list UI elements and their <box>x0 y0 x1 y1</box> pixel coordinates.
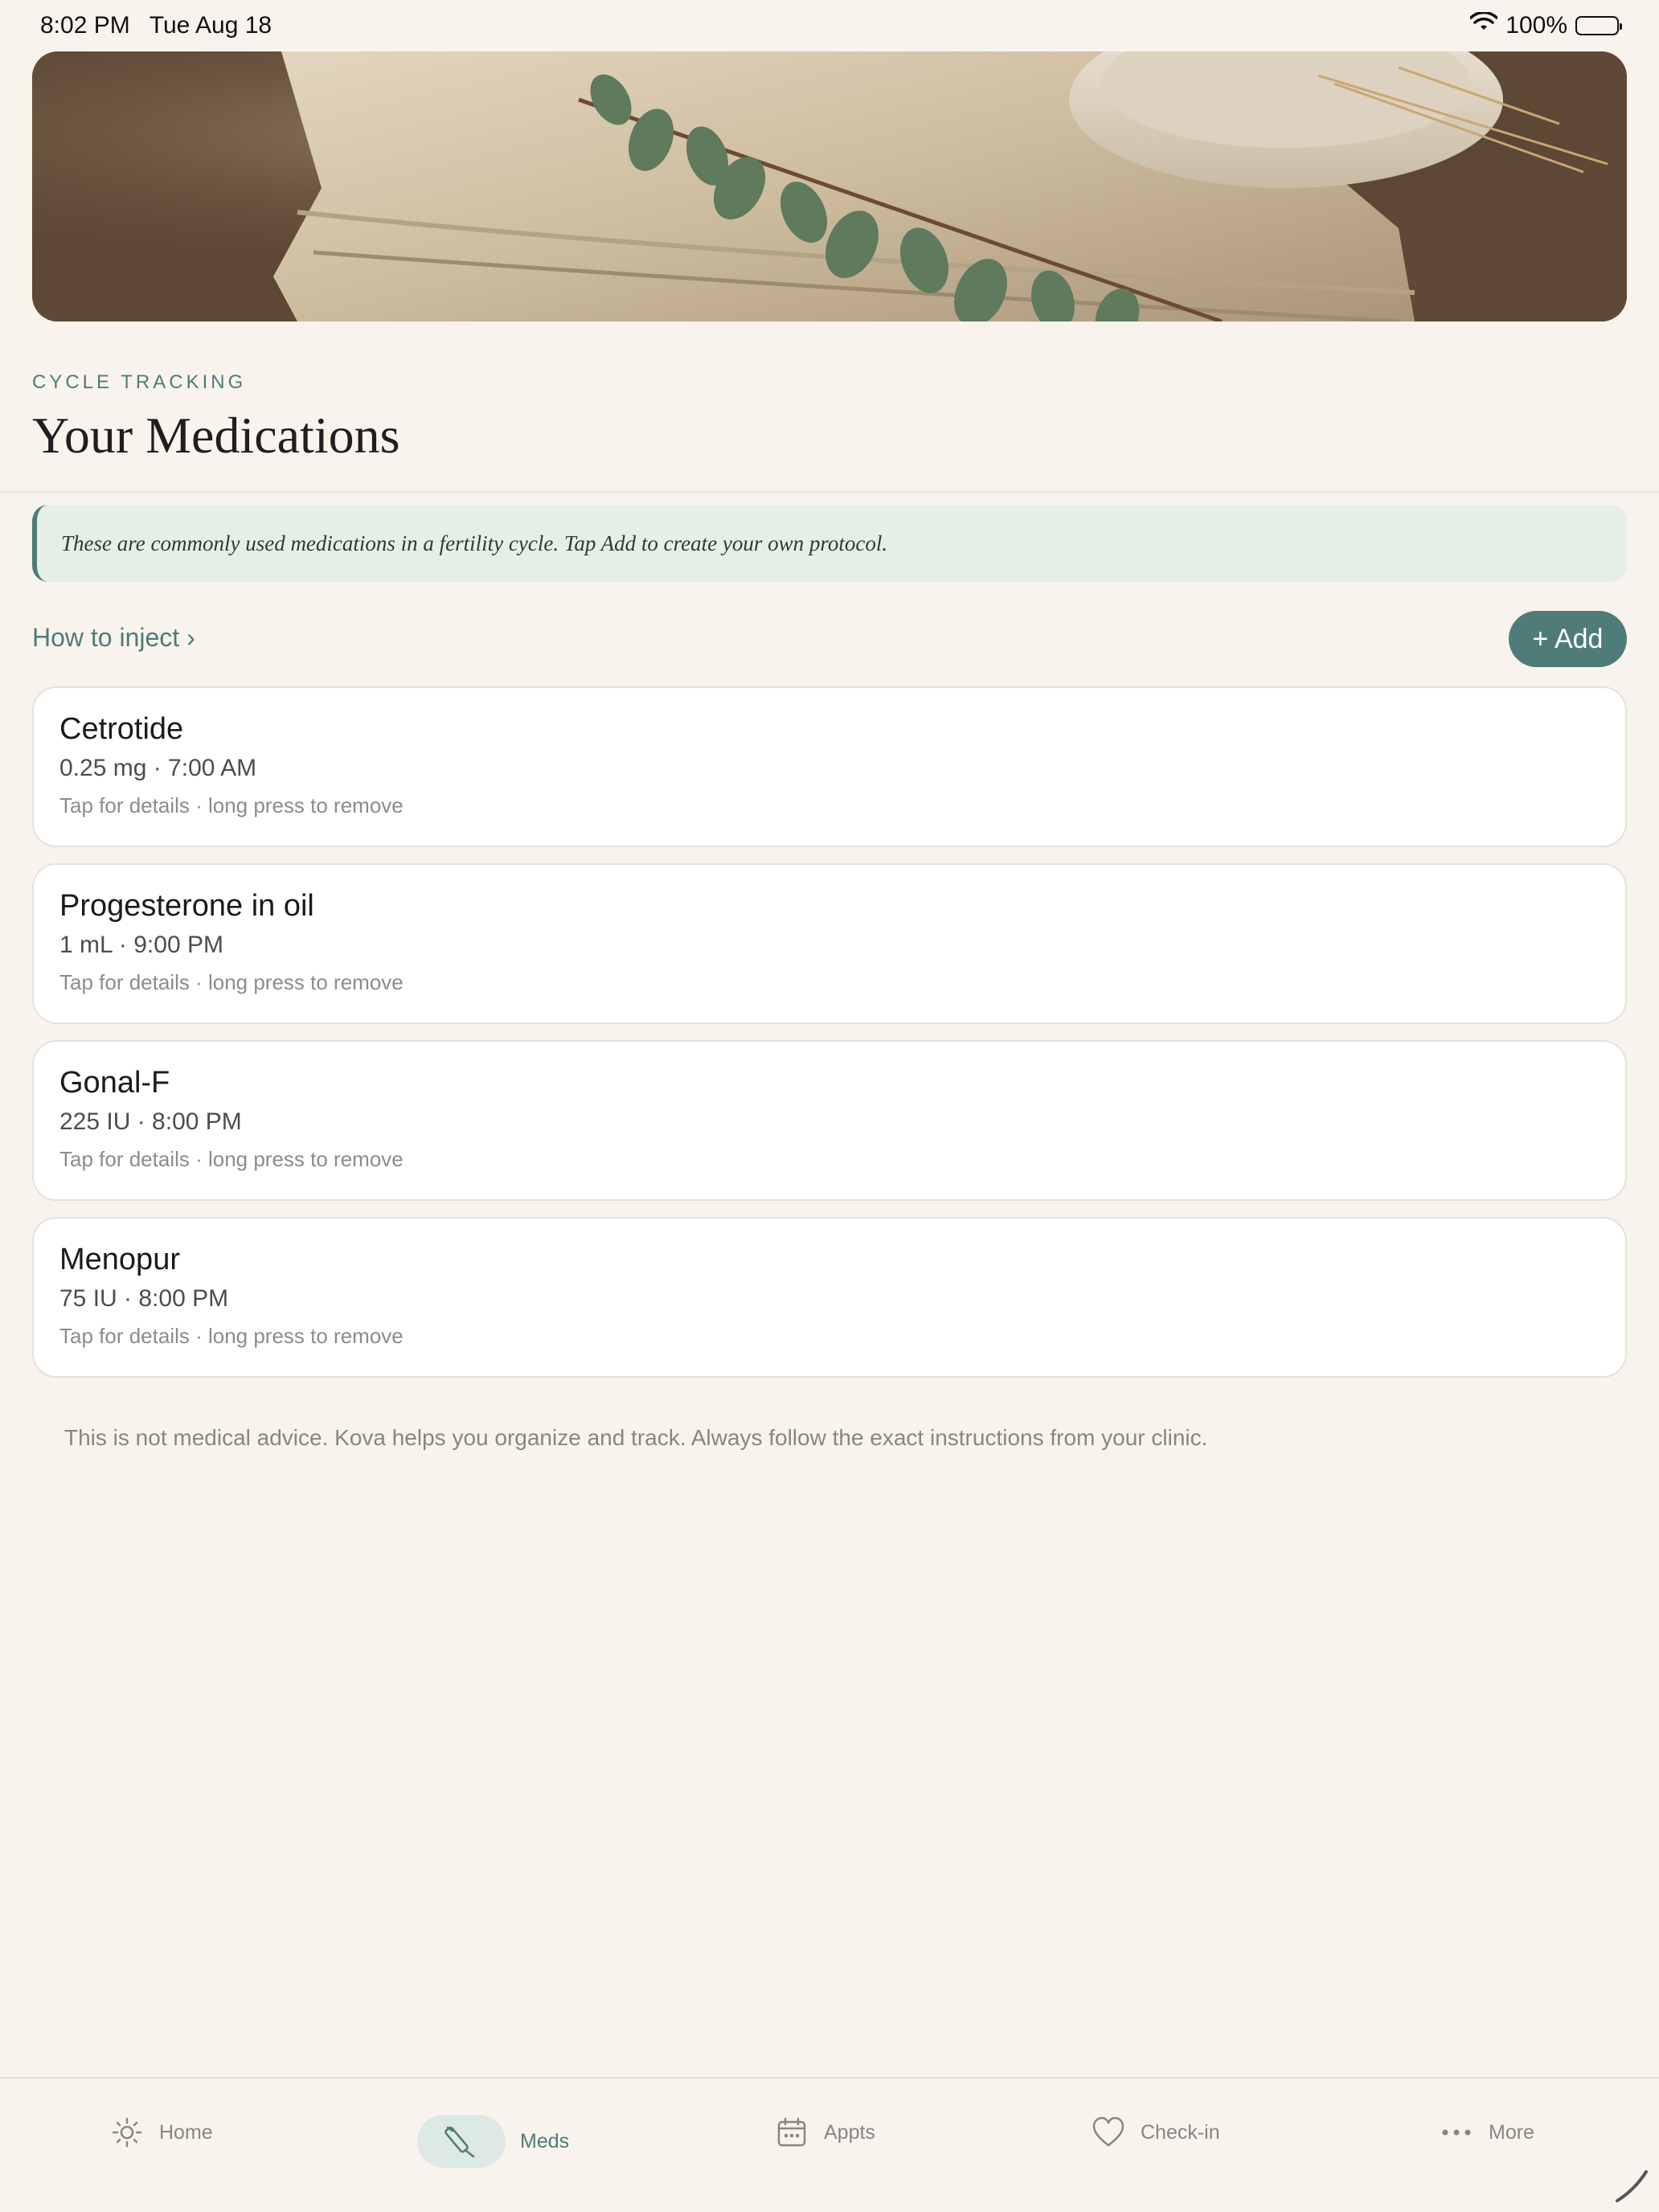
battery-icon <box>1575 16 1622 35</box>
status-time: 8:02 PM <box>40 12 130 39</box>
corner-grabber-icon <box>1616 2170 1648 2202</box>
info-notice-text: These are commonly used medications in a… <box>61 530 888 555</box>
battery-percent: 100% <box>1505 12 1567 39</box>
page-title: Your Medications <box>32 407 400 464</box>
medication-name: Gonal-F <box>59 1066 170 1100</box>
status-date: Tue Aug 18 <box>149 12 272 39</box>
tab-check-in[interactable]: Check-in <box>1091 2115 1220 2150</box>
tab-home-label: Home <box>159 2120 213 2144</box>
medication-card[interactable]: Cetrotide 0.25 mg · 7:00 AM Tap for deta… <box>32 686 1627 847</box>
how-to-inject-link[interactable]: How to inject › <box>32 623 195 653</box>
tab-appts-label: Appts <box>824 2120 875 2144</box>
medication-dose-time: 225 IU · 8:00 PM <box>59 1108 242 1135</box>
tab-appts[interactable]: Appts <box>774 2115 875 2150</box>
tab-meds[interactable]: Meds <box>417 2115 570 2168</box>
tab-check-in-label: Check-in <box>1141 2120 1220 2144</box>
medication-hint: Tap for details · long press to remove <box>59 793 403 817</box>
info-notice: These are commonly used medications in a… <box>32 505 1627 582</box>
section-eyebrow: CYCLE TRACKING <box>32 371 247 393</box>
medication-name: Cetrotide <box>59 712 184 746</box>
hero-image <box>32 51 1627 322</box>
medication-dose-time: 0.25 mg · 7:00 AM <box>59 755 257 781</box>
syringe-icon <box>417 2115 506 2168</box>
disclaimer-text: This is not medical advice. Kova helps y… <box>64 1425 1208 1450</box>
medication-dose-time: 75 IU · 8:00 PM <box>59 1285 229 1312</box>
medication-dose-time: 1 mL · 9:00 PM <box>59 932 223 958</box>
medication-hint: Tap for details · long press to remove <box>59 1147 403 1171</box>
medication-card[interactable]: Menopur 75 IU · 8:00 PM Tap for details … <box>32 1217 1627 1378</box>
add-medication-button[interactable]: + Add <box>1509 611 1627 667</box>
sun-icon <box>109 2115 145 2150</box>
medication-hint: Tap for details · long press to remove <box>59 970 403 994</box>
app-screen: 8:02 PM Tue Aug 18 100% CYCLE TRACKING Y… <box>0 0 1659 2212</box>
medication-name: Menopur <box>59 1243 180 1276</box>
bottom-tab-bar: Home Meds Appts Check-in More <box>0 2077 1659 2212</box>
medication-card[interactable]: Gonal-F 225 IU · 8:00 PM Tap for details… <box>32 1040 1627 1201</box>
calendar-icon <box>774 2115 809 2150</box>
medication-name: Progesterone in oil <box>59 889 314 923</box>
tab-home[interactable]: Home <box>109 2115 213 2150</box>
wifi-icon <box>1469 10 1499 39</box>
medication-card[interactable]: Progesterone in oil 1 mL · 9:00 PM Tap f… <box>32 863 1627 1024</box>
medication-list: Cetrotide 0.25 mg · 7:00 AM Tap for deta… <box>32 686 1627 1394</box>
tab-more[interactable]: More <box>1439 2115 1534 2150</box>
medication-hint: Tap for details · long press to remove <box>59 1324 403 1348</box>
status-bar: 8:02 PM Tue Aug 18 100% <box>0 0 1659 51</box>
ellipsis-icon <box>1439 2115 1474 2150</box>
heart-icon <box>1091 2115 1126 2150</box>
header-divider <box>0 491 1659 493</box>
tab-meds-label: Meds <box>520 2129 570 2153</box>
tab-more-label: More <box>1489 2120 1534 2144</box>
